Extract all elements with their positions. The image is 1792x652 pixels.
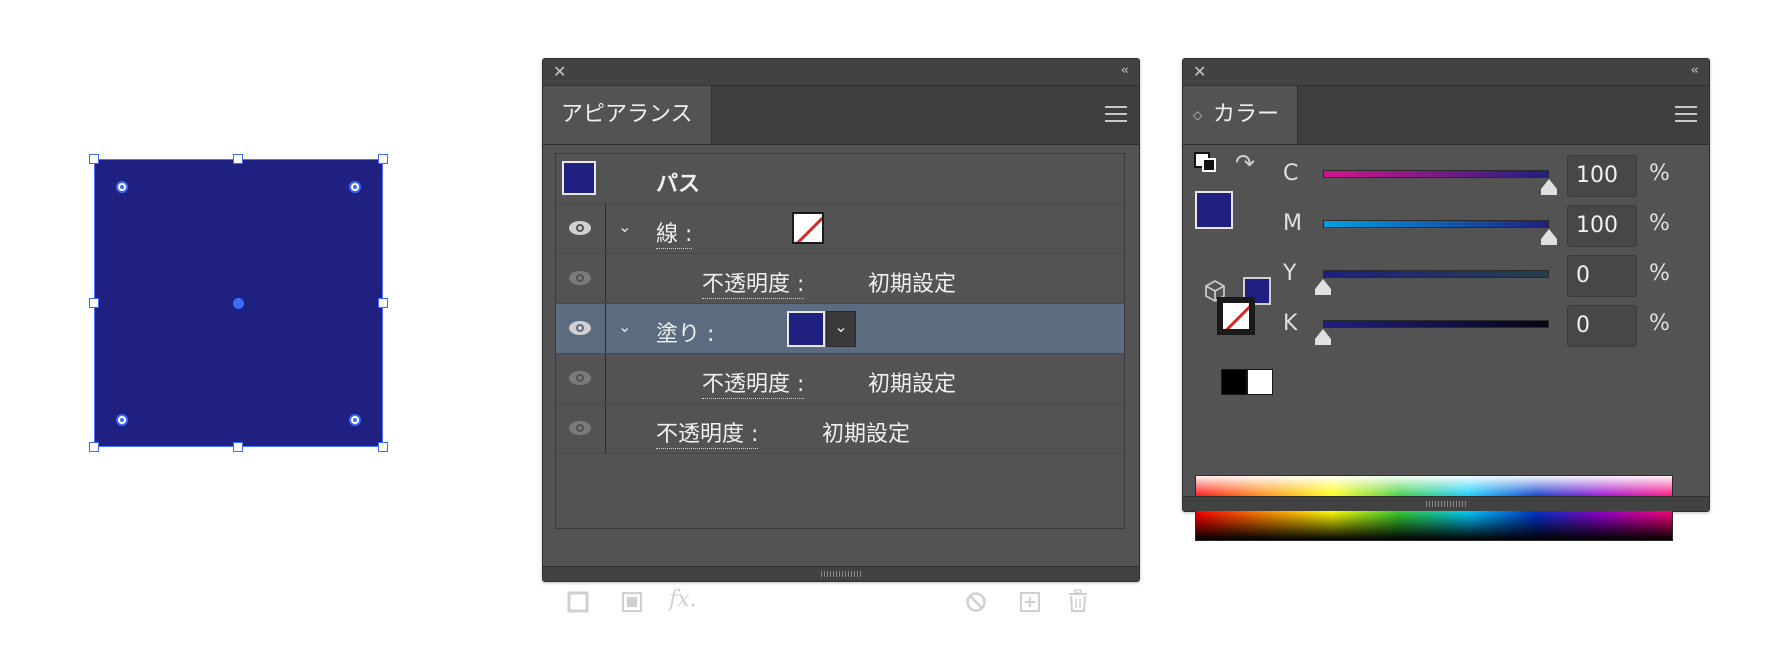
collapse-icon[interactable]: ‹‹ (1691, 63, 1700, 78)
fill-label[interactable]: 塗り : (656, 316, 714, 348)
appearance-list: パス ⌄ 線 : 不透明度 : 初期設定 ⌄ 塗り : ⌄ 不透明度 : 初期設… (555, 153, 1125, 529)
opacity-label[interactable]: 不透明度 : (702, 266, 805, 299)
value-field-k[interactable]: 0 (1567, 305, 1637, 347)
path-label: パス (656, 172, 701, 197)
resize-handle-top-left[interactable] (89, 154, 99, 164)
fill-opacity-row[interactable]: 不透明度 : 初期設定 (556, 354, 1124, 404)
unit-label-y: % (1649, 261, 1670, 286)
tab-color-label: カラー (1213, 102, 1280, 127)
fill-row[interactable]: ⌄ 塗り : ⌄ (556, 304, 1124, 354)
unit-label-k: % (1649, 311, 1670, 336)
appearance-header-row: パス (556, 154, 1124, 204)
panel-resize-bar[interactable] (543, 566, 1139, 581)
corner-radius-widget[interactable] (349, 414, 361, 426)
panel-titlebar: ✕ ‹‹ (1183, 59, 1709, 86)
resize-handle-bottom-right[interactable] (378, 442, 388, 452)
corner-radius-widget[interactable] (116, 181, 128, 193)
collapse-icon[interactable]: ‹‹ (1121, 63, 1130, 78)
default-fill-stroke-icon[interactable] (1193, 151, 1221, 175)
slider-track-y[interactable] (1323, 270, 1549, 278)
eye-icon[interactable] (568, 220, 592, 236)
opacity-label[interactable]: 不透明度 : (656, 416, 759, 449)
channel-label-m: M (1283, 211, 1302, 236)
stroke-opacity-row[interactable]: 不透明度 : 初期設定 (556, 254, 1124, 304)
eye-icon[interactable] (568, 320, 592, 336)
opacity-value: 初期設定 (868, 272, 957, 297)
unit-label-c: % (1649, 161, 1670, 186)
unit-label-m: % (1649, 211, 1670, 236)
center-point (233, 298, 244, 309)
updown-icon: ◇ (1193, 108, 1203, 122)
fill-proxy-swatch[interactable] (1195, 191, 1233, 229)
add-fill-icon[interactable] (621, 591, 643, 613)
resize-handle-right[interactable] (378, 298, 388, 308)
panel-menu-icon[interactable] (1675, 106, 1697, 127)
corner-radius-widget[interactable] (349, 181, 361, 193)
appearance-footer: fx. (555, 587, 1125, 623)
slider-thumb-k[interactable] (1315, 329, 1331, 345)
stroke-none-swatch[interactable] (792, 212, 824, 244)
stroke-proxy-swatch[interactable] (1217, 297, 1255, 335)
add-stroke-icon[interactable] (567, 591, 589, 613)
resize-handle-left[interactable] (89, 298, 99, 308)
stroke-row[interactable]: ⌄ 線 : (556, 204, 1124, 254)
chevron-down-icon[interactable]: ⌄ (618, 317, 631, 336)
slider-track-m[interactable] (1323, 220, 1549, 228)
resize-handle-bottom-left[interactable] (89, 442, 99, 452)
opacity-label[interactable]: 不透明度 : (702, 366, 805, 399)
value-field-c[interactable]: 100 (1567, 155, 1637, 197)
clear-appearance-icon[interactable] (965, 591, 987, 613)
slider-track-k[interactable] (1323, 320, 1549, 328)
slider-thumb-y[interactable] (1315, 279, 1331, 295)
panel-tab-row: ◇ カラー (1183, 86, 1709, 145)
chevron-down-icon[interactable]: ⌄ (618, 217, 631, 236)
swap-fill-stroke-icon[interactable]: ↷ (1235, 149, 1255, 177)
swatch-dropdown-button[interactable]: ⌄ (826, 311, 856, 347)
object-opacity-row[interactable]: 不透明度 : 初期設定 (556, 404, 1124, 454)
opacity-value: 初期設定 (868, 372, 957, 397)
fx-icon[interactable]: fx. (669, 587, 697, 612)
value-field-m[interactable]: 100 (1567, 205, 1637, 247)
panel-menu-icon[interactable] (1105, 106, 1127, 127)
duplicate-item-icon[interactable] (1019, 591, 1041, 613)
cmyk-sliders: C 100 % M 100 % Y 0 % K 0 % (1283, 155, 1703, 355)
path-thumbnail (562, 161, 596, 195)
eye-icon[interactable] (568, 370, 592, 386)
white-swatch[interactable] (1247, 369, 1273, 395)
grip-icon (821, 571, 861, 577)
panel-resize-bar[interactable] (1183, 496, 1709, 511)
eye-icon[interactable] (568, 270, 592, 286)
value-field-y[interactable]: 0 (1567, 255, 1637, 297)
fill-color-swatch[interactable] (787, 311, 825, 347)
slider-thumb-c[interactable] (1541, 179, 1557, 195)
tab-appearance[interactable]: アピアランス (543, 86, 712, 144)
color-panel: ✕ ‹‹ ◇ カラー ↷ C 100 % M 100 % Y 0 % K 0 % (1182, 58, 1710, 541)
slider-track-c[interactable] (1323, 170, 1549, 178)
channel-label-k: K (1283, 311, 1298, 336)
resize-handle-top[interactable] (233, 154, 243, 164)
stroke-label[interactable]: 線 : (656, 216, 693, 249)
close-icon[interactable]: ✕ (1193, 62, 1206, 81)
panel-tab-row: アピアランス (543, 86, 1139, 145)
channel-label-y: Y (1283, 261, 1297, 286)
channel-label-c: C (1283, 161, 1299, 186)
eye-icon[interactable] (568, 420, 592, 436)
chevron-down-icon: ⌄ (834, 317, 848, 336)
grip-icon (1426, 501, 1466, 507)
tab-color[interactable]: ◇ カラー (1183, 86, 1299, 144)
resize-handle-top-right[interactable] (378, 154, 388, 164)
close-icon[interactable]: ✕ (553, 62, 566, 81)
corner-radius-widget[interactable] (116, 414, 128, 426)
delete-icon[interactable] (1067, 589, 1089, 613)
black-swatch[interactable] (1221, 369, 1247, 395)
resize-handle-bottom[interactable] (233, 442, 243, 452)
panel-titlebar: ✕ ‹‹ (543, 59, 1139, 86)
slider-thumb-m[interactable] (1541, 229, 1557, 245)
appearance-panel: ✕ ‹‹ アピアランス パス ⌄ 線 : 不透明度 : 初期設定 ⌄ 塗り : (542, 58, 1140, 613)
opacity-value: 初期設定 (822, 422, 911, 447)
